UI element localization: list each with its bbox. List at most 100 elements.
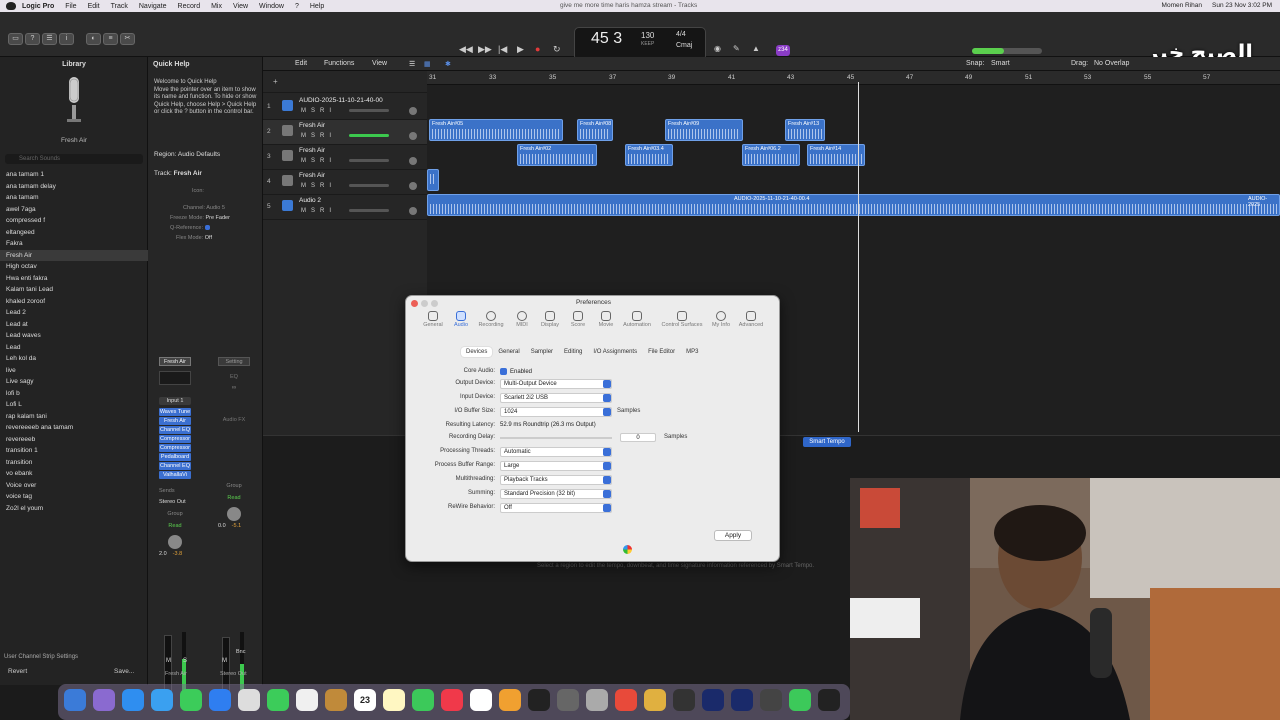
library-button[interactable]: ▭ [8,33,23,45]
add-track-icon[interactable]: + [273,77,278,86]
output-automation-read[interactable]: Read [218,495,250,501]
menu-help[interactable]: Help [310,3,324,10]
whatsapp-icon[interactable] [412,689,434,711]
play-icon[interactable]: ▶ [517,44,524,55]
subtab-general[interactable]: General [493,347,524,357]
output-pan-knob[interactable] [227,507,241,521]
audio-region[interactable]: Fresh Air#08 [577,119,613,141]
cpu-badge[interactable]: z34 [776,45,790,56]
library-item[interactable]: awel 7aga [0,204,148,216]
library-item[interactable]: voice tag [0,491,148,503]
pref-tab-audio[interactable]: Audio [446,308,476,328]
library-item[interactable]: Fakra [0,238,148,250]
strip-volume-value[interactable]: 2.0 [159,551,167,557]
menu-file[interactable]: File [65,3,76,10]
summing-select[interactable]: Standard Precision (32 bit) [500,489,612,499]
menu-edit[interactable]: Edit [88,3,100,10]
record-icon[interactable]: ● [535,44,540,54]
track-inspector-header[interactable]: Track: Fresh Air [154,170,202,177]
automation-read[interactable]: Read [159,523,191,529]
pref-tab-automation[interactable]: Automation [622,308,652,328]
track-row[interactable]: 4 Fresh Air MSRI [263,170,427,195]
group-slot[interactable]: Group [159,511,191,517]
library-item[interactable]: live [0,365,148,377]
menu-mix[interactable]: Mix [211,3,222,10]
recording-delay-slider[interactable] [500,437,612,439]
plugin-slot[interactable]: Pedalboard [159,453,191,461]
logic-pro-icon[interactable] [528,689,550,711]
track-volume[interactable] [349,184,389,187]
library-item[interactable]: rap kalam tani [0,411,148,423]
library-item[interactable]: compressed f [0,215,148,227]
library-item[interactable]: Lead at [0,319,148,331]
library-item[interactable]: Leh kol da [0,353,148,365]
audio-region[interactable] [427,169,439,191]
audio-region[interactable]: Fresh Air#02 [517,144,597,166]
app-store-icon[interactable] [209,689,231,711]
library-item[interactable]: ana tamam [0,192,148,204]
tuner-icon[interactable]: ◉ [714,44,721,53]
timeline-ruler[interactable]: 31 33 35 37 39 41 43 45 47 49 51 53 55 5… [427,71,1280,85]
photos-icon[interactable] [296,689,318,711]
track-pan[interactable] [409,107,417,115]
master-volume-slider[interactable] [972,48,1042,54]
pencil-icon[interactable]: ✎ [733,44,740,53]
processing-threads-select[interactable]: Automatic [500,447,612,457]
audio-region-long[interactable]: AUDIO-2025-11-10-21-40-00.4 AUDIO-2025 [427,194,1280,216]
snap-select[interactable]: Smart [991,60,1010,67]
channel-value[interactable]: Audio 5 [206,205,225,211]
save-button[interactable]: Save... [114,668,134,675]
obs-icon[interactable] [818,689,840,711]
audio-region[interactable]: Fresh Air#03.4 [625,144,673,166]
game-controller-icon[interactable] [789,689,811,711]
contacts-icon[interactable] [325,689,347,711]
lcd-key[interactable]: Cmaj [676,42,692,49]
mixer-button[interactable]: ≡ [103,33,118,45]
audio-region[interactable]: Fresh Air#05 [429,119,563,141]
library-item[interactable]: eltangeed [0,227,148,239]
pref-tab-advanced[interactable]: Advanced [736,308,766,328]
launchpad-icon[interactable] [93,689,115,711]
rewind-icon[interactable]: ◀◀ [459,44,473,55]
plugin-manager-icon[interactable] [760,689,782,711]
track-row[interactable]: 5 Audio 2 MSRI [263,195,427,220]
track-pan[interactable] [409,182,417,190]
plugin-slot[interactable]: Compressor [159,435,191,443]
library-item[interactable]: revereeeeb ana tamam [0,422,148,434]
track-name[interactable]: Audio 2 [299,197,321,204]
library-item[interactable]: lofi b [0,388,148,400]
smart-tempo-button[interactable]: Smart Tempo [803,437,851,447]
library-item[interactable]: Lead waves [0,330,148,342]
reminders-icon[interactable] [470,689,492,711]
output-mute-button[interactable]: M [222,658,227,664]
track-msri-buttons[interactable]: MSRI [301,158,336,164]
output-group-slot[interactable]: Group [218,483,250,489]
terminal-icon[interactable] [673,689,695,711]
toolbar-button[interactable]: ☰ [42,33,57,45]
pref-tab-movie[interactable]: Movie [591,308,621,328]
cycle-icon[interactable]: ↻ [553,44,561,55]
grid-view-icon[interactable]: ▦ [424,60,431,68]
library-item[interactable]: Lead 2 [0,307,148,319]
pref-tab-midi[interactable]: MIDI [507,308,537,328]
apply-button[interactable]: Apply [714,530,752,541]
safari-icon[interactable] [122,689,144,711]
chrome-icon[interactable] [615,689,637,711]
output-setting-button[interactable]: Setting [218,357,250,366]
audio-region[interactable]: Fresh Air#14 [807,144,865,166]
forward-icon[interactable]: ▶▶ [478,44,492,55]
output-device-select[interactable]: Multi-Output Device [500,379,612,389]
output-slot[interactable]: Stereo Out [159,499,199,505]
metronome-icon[interactable]: ▲ [752,44,760,53]
q-reference-checkbox[interactable] [204,225,210,231]
lcd-bpm[interactable]: 130 [641,31,654,40]
inspector-button[interactable]: i [59,33,74,45]
library-item[interactable]: High octav [0,261,148,273]
track-row[interactable]: 3 Fresh Air MSRI [263,145,427,170]
track-name[interactable]: Fresh Air [299,147,325,154]
quick-help-button[interactable]: ? [25,33,40,45]
pref-tab-recording[interactable]: Recording [476,308,506,328]
library-item[interactable]: Kalam tani Lead [0,284,148,296]
mute-button[interactable]: M [166,658,171,664]
library-item[interactable]: Lofi L [0,399,148,411]
